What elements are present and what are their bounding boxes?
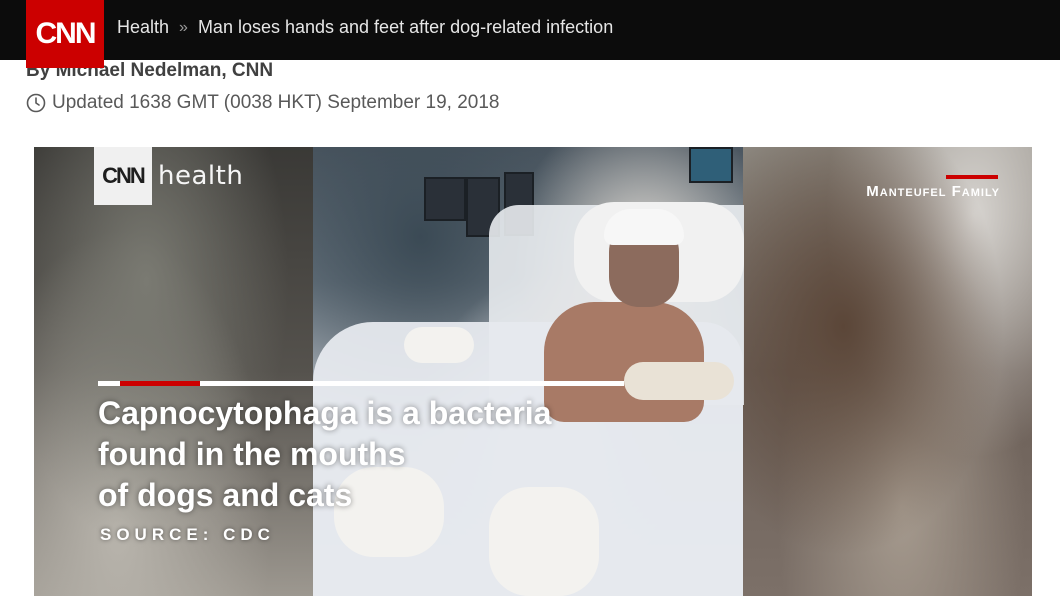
article-timestamp: Updated 1638 GMT (0038 HKT) September 19… <box>26 92 499 114</box>
breadcrumb-article-title: Man loses hands and feet after dog-relat… <box>197 17 614 37</box>
cnn-health-logo-word: health <box>158 161 244 191</box>
breadcrumb: Health » Man loses hands and feet after … <box>117 17 613 38</box>
cnn-health-logo: CNN health <box>94 147 244 205</box>
breadcrumb-separator: » <box>179 18 188 36</box>
caption-line: found in the mouths <box>98 436 406 472</box>
caption-divider <box>98 381 624 386</box>
video-player[interactable]: CNN health Manteufel Family Capnocytopha… <box>34 147 1032 596</box>
caption-line: of dogs and cats <box>98 477 353 513</box>
medical-monitor <box>424 177 466 221</box>
head-bandage <box>604 209 684 245</box>
clock-icon <box>26 93 46 113</box>
cnn-logo[interactable]: CNN <box>26 0 104 68</box>
breadcrumb-section-link[interactable]: Health <box>117 17 169 38</box>
photo-credit: Manteufel Family <box>866 183 1000 200</box>
cnn-health-logo-box: CNN <box>94 147 152 205</box>
caption-source: SOURCE: CDC <box>100 525 275 544</box>
top-nav-bar: Health » Man loses hands and feet after … <box>0 0 1060 60</box>
cnn-logo-text: CNN <box>35 17 97 50</box>
cnn-health-logo-box-text: CNN <box>102 163 146 188</box>
credit-accent-bar <box>946 175 998 179</box>
updated-text: Updated 1638 GMT (0038 HKT) September 19… <box>52 92 500 113</box>
bandaged-arm <box>624 362 734 400</box>
caption-line: Capnocytophaga is a bacteria <box>98 395 552 431</box>
medical-monitor <box>689 147 733 183</box>
video-caption: Capnocytophaga is a bacteria found in th… <box>98 393 551 516</box>
bandaged-arm <box>404 327 474 363</box>
video-blurred-background-right <box>742 147 1032 596</box>
caption-divider-accent <box>120 381 200 386</box>
